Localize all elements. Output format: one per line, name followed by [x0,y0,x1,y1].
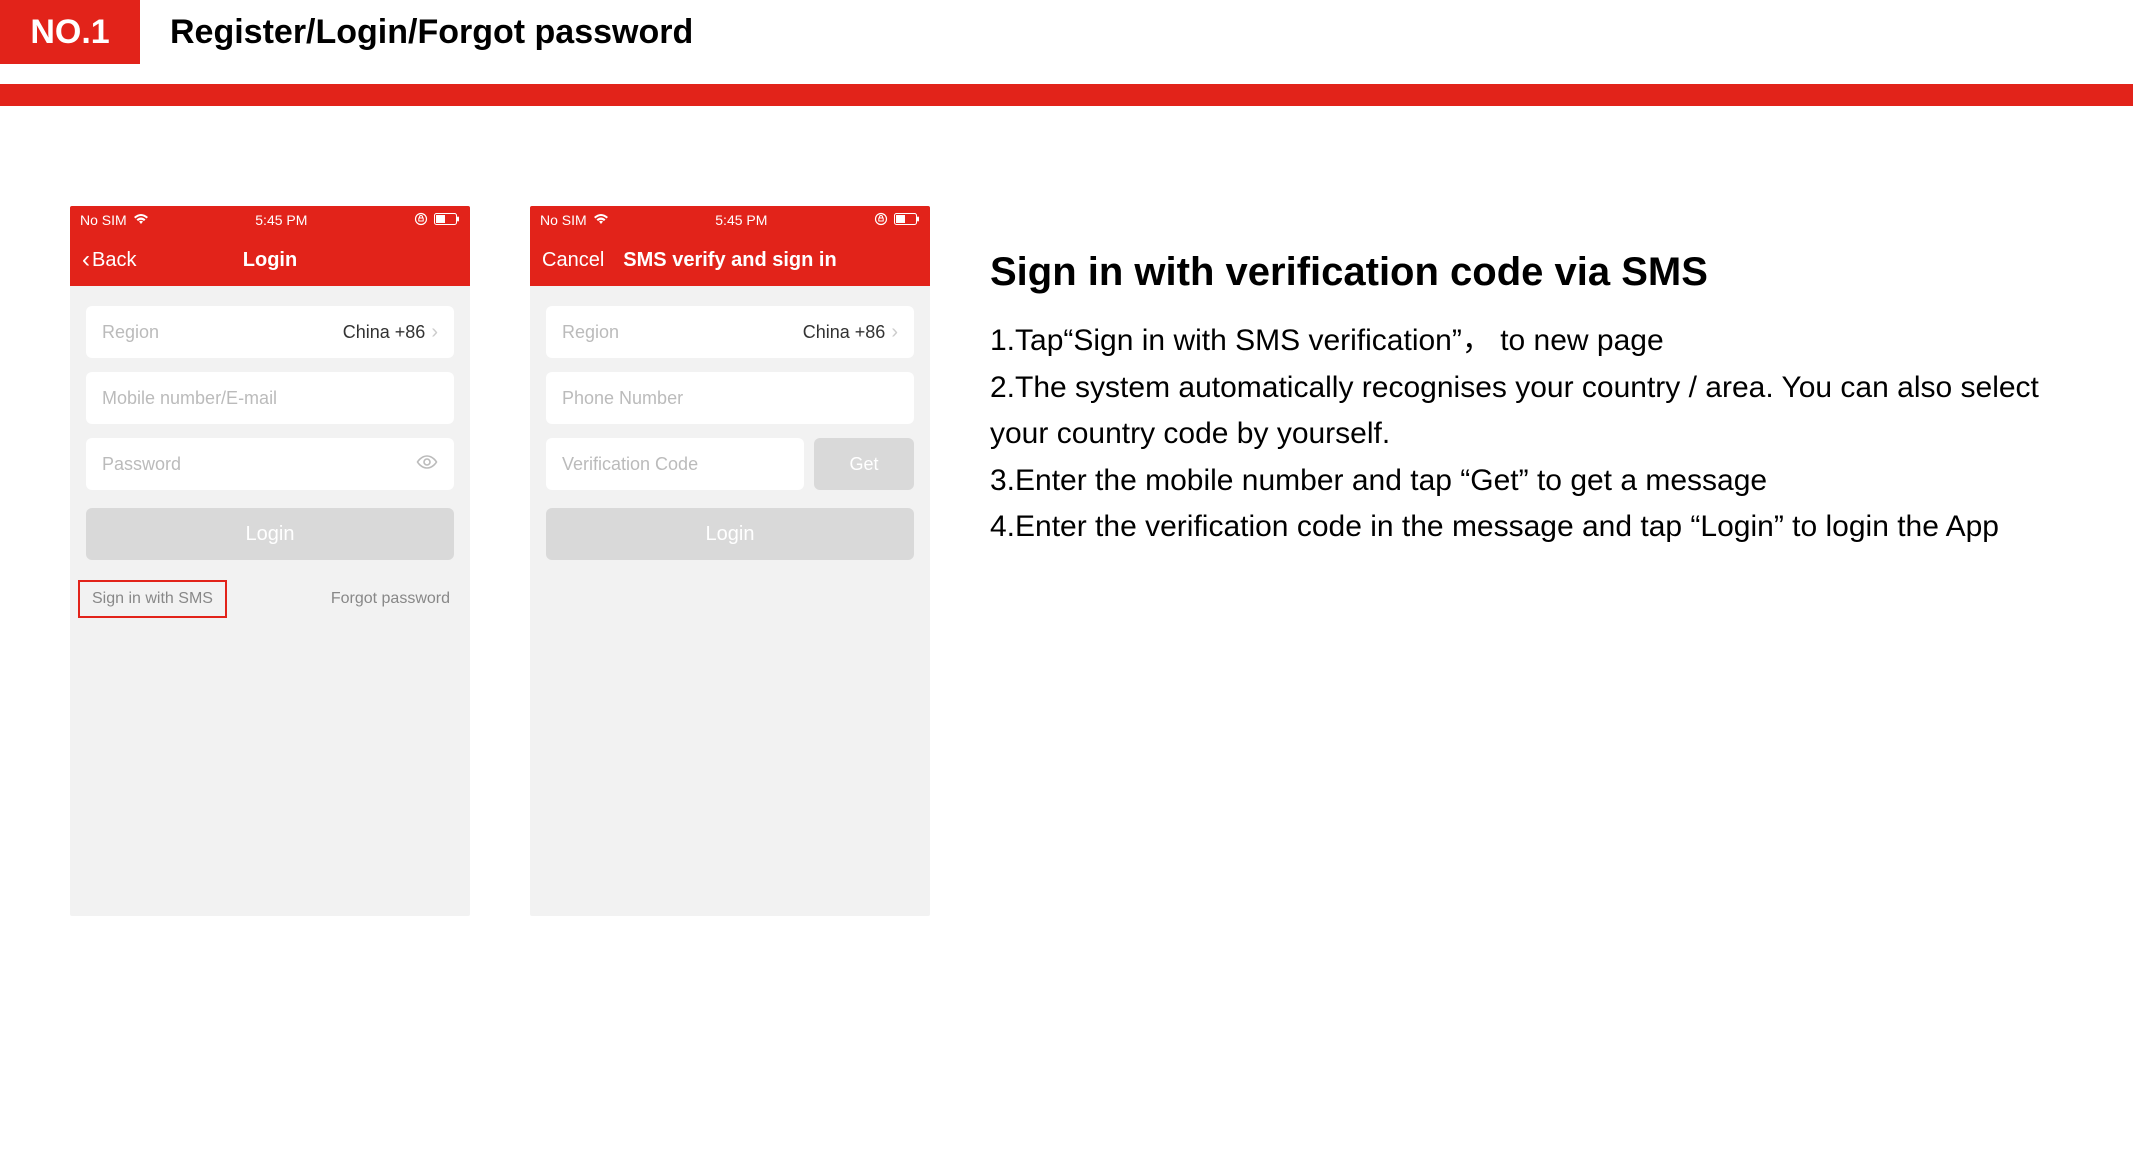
account-field[interactable]: Mobile number/E-mail [86,372,454,424]
status-bar: No SIM 5:45 PM [70,206,470,234]
code-placeholder: Verification Code [562,454,698,475]
instruction-step-4: 4.Enter the verification code in the mes… [990,504,2063,551]
battery-icon [894,212,920,228]
chevron-left-icon: ‹ [82,246,90,274]
instruction-step-2: 2.The system automatically recognises yo… [990,365,2063,458]
get-code-button[interactable]: Get [814,438,914,490]
region-selector[interactable]: Region China +86 › [86,306,454,358]
nav-bar: ‹ Back Login [70,234,470,286]
nav-bar: Cancel SMS verify and sign in [530,234,930,286]
sms-form: Region China +86 › Phone Number Verifica… [530,286,930,580]
eye-icon[interactable] [416,453,438,476]
instruction-step-1: 1.Tap“Sign in with SMS verification”， to… [990,318,2063,365]
phone-field[interactable]: Phone Number [546,372,914,424]
region-label: Region [562,322,619,343]
section-badge: NO.1 [0,0,140,64]
cancel-button[interactable]: Cancel [542,249,604,272]
sign-in-sms-link[interactable]: Sign in with SMS [78,580,227,618]
status-time: 5:45 PM [255,212,307,228]
phone-placeholder: Phone Number [562,388,683,409]
links-row: Sign in with SMS Forgot password [86,580,454,618]
region-value: China +86 [343,322,426,343]
status-bar: No SIM 5:45 PM [530,206,930,234]
chevron-right-icon: › [431,321,438,344]
orientation-lock-icon [874,212,888,229]
forgot-password-link[interactable]: Forgot password [331,590,450,608]
content-area: No SIM 5:45 PM ‹ Back Login [0,106,2133,916]
page-title: Register/Login/Forgot password [170,13,693,52]
carrier-label: No SIM [540,212,587,228]
password-placeholder: Password [102,454,181,475]
instructions-panel: Sign in with verification code via SMS 1… [990,206,2063,916]
cancel-label: Cancel [542,249,604,272]
chevron-right-icon: › [891,321,898,344]
orientation-lock-icon [414,212,428,229]
login-button[interactable]: Login [86,508,454,560]
phone-screenshot-login: No SIM 5:45 PM ‹ Back Login [70,206,470,916]
header-row: NO.1 Register/Login/Forgot password [0,0,2133,64]
login-button[interactable]: Login [546,508,914,560]
password-field[interactable]: Password [86,438,454,490]
region-label: Region [102,322,159,343]
battery-icon [434,212,460,228]
wifi-icon [593,212,609,228]
red-divider-bar [0,84,2133,106]
instructions-body: 1.Tap“Sign in with SMS verification”， to… [990,318,2063,551]
wifi-icon [133,212,149,228]
code-row: Verification Code Get [546,438,914,490]
region-selector[interactable]: Region China +86 › [546,306,914,358]
region-value: China +86 [803,322,886,343]
back-label: Back [92,249,136,272]
back-button[interactable]: ‹ Back [82,246,136,274]
phone-screenshot-sms: No SIM 5:45 PM Cancel SMS verify and sig… [530,206,930,916]
login-form: Region China +86 › Mobile number/E-mail … [70,286,470,638]
instructions-title: Sign in with verification code via SMS [990,246,2063,298]
account-placeholder: Mobile number/E-mail [102,388,277,409]
code-field[interactable]: Verification Code [546,438,804,490]
instruction-step-3: 3.Enter the mobile number and tap “Get” … [990,458,2063,505]
carrier-label: No SIM [80,212,127,228]
status-time: 5:45 PM [715,212,767,228]
